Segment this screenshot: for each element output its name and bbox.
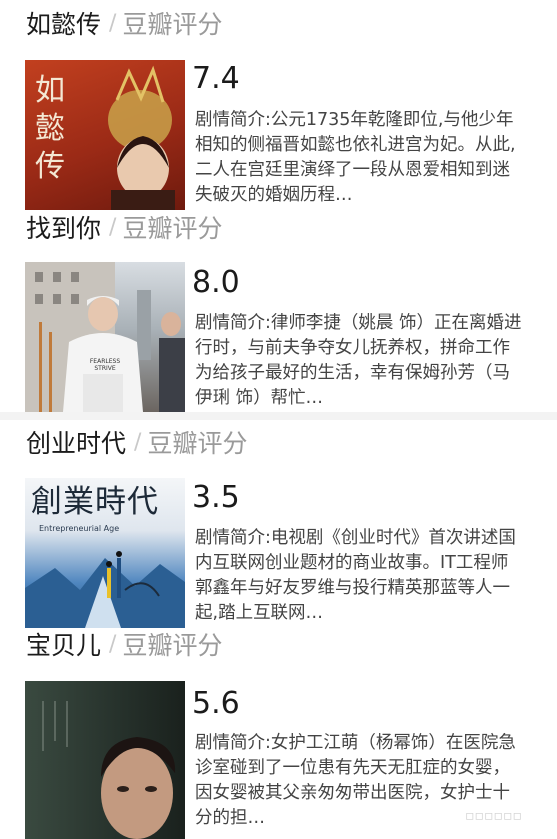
movie-synopsis: 剧情简介:电视剧《创业时代》首次讲述国内互联网创业题材的商业故事。IT工程师郭鑫… xyxy=(195,528,516,623)
rating-score: 7.4 xyxy=(192,61,240,96)
title-divider: / xyxy=(109,214,117,240)
movie-synopsis: 剧情简介:公元1735年乾隆即位,与他少年相知的侧福晋如懿也依礼进宫为妃。从此,… xyxy=(195,110,516,205)
movie-card[interactable]: 如懿传 / 豆瓣评分 如懿传 7.4 剧情简介:公元1735年乾隆即位,与他少年… xyxy=(0,3,557,213)
rating-source: 豆瓣评分 xyxy=(147,429,248,458)
title-divider: / xyxy=(109,631,117,657)
poster-title-text: 創業時代 xyxy=(31,484,159,520)
poster-art xyxy=(42,701,176,839)
rating-source: 豆瓣评分 xyxy=(122,631,223,660)
watermark: ▫▫▫▫▫▫ xyxy=(465,808,522,824)
movie-card[interactable]: 创业时代 / 豆瓣评分 創業時代 Entrepreneurial Age 3.5… xyxy=(0,422,557,632)
title-divider: / xyxy=(109,10,117,36)
section-separator xyxy=(0,412,557,420)
rating-score: 5.6 xyxy=(192,686,240,721)
movie-card[interactable]: 宝贝儿 / 豆瓣评分 5.6 剧情简介:女护工江萌（杨幂饰）在医院急诊室碰到了一… xyxy=(0,624,557,839)
movie-poster[interactable]: FEARLESS STRIVE xyxy=(25,262,185,412)
movie-title[interactable]: 如懿传 xyxy=(26,5,101,41)
poster-title-text: 如懿传 xyxy=(35,73,65,184)
movie-poster[interactable]: 創業時代 Entrepreneurial Age xyxy=(25,478,185,628)
card-title-row: 找到你 / 豆瓣评分 xyxy=(26,207,222,247)
card-title-row: 创业时代 / 豆瓣评分 xyxy=(26,422,247,462)
title-divider: / xyxy=(134,429,142,455)
card-title-row: 宝贝儿 / 豆瓣评分 xyxy=(26,624,222,664)
movie-synopsis: 剧情简介:律师李捷（姚晨 饰）正在离婚进行时，与前夫争夺女儿抚养权，拼命工作为给… xyxy=(195,313,522,408)
poster-shirt-text: FEARLESS STRIVE xyxy=(89,358,121,372)
rating-score: 8.0 xyxy=(192,265,240,300)
poster-subtitle-text: Entrepreneurial Age xyxy=(39,524,120,533)
rating-source: 豆瓣评分 xyxy=(122,214,223,243)
rating-source: 豆瓣评分 xyxy=(122,10,223,39)
movie-title[interactable]: 宝贝儿 xyxy=(26,626,101,662)
poster-art xyxy=(25,262,185,412)
rating-score: 3.5 xyxy=(192,480,240,515)
movie-poster[interactable] xyxy=(25,681,185,839)
card-title-row: 如懿传 / 豆瓣评分 xyxy=(26,3,222,43)
movie-title[interactable]: 找到你 xyxy=(26,209,101,245)
movie-poster[interactable]: 如懿传 xyxy=(25,60,185,210)
movie-title[interactable]: 创业时代 xyxy=(26,424,126,460)
movie-card[interactable]: 找到你 / 豆瓣评分 FEARLESS STRIVE 8.0 剧情简介:律师李捷… xyxy=(0,207,557,412)
